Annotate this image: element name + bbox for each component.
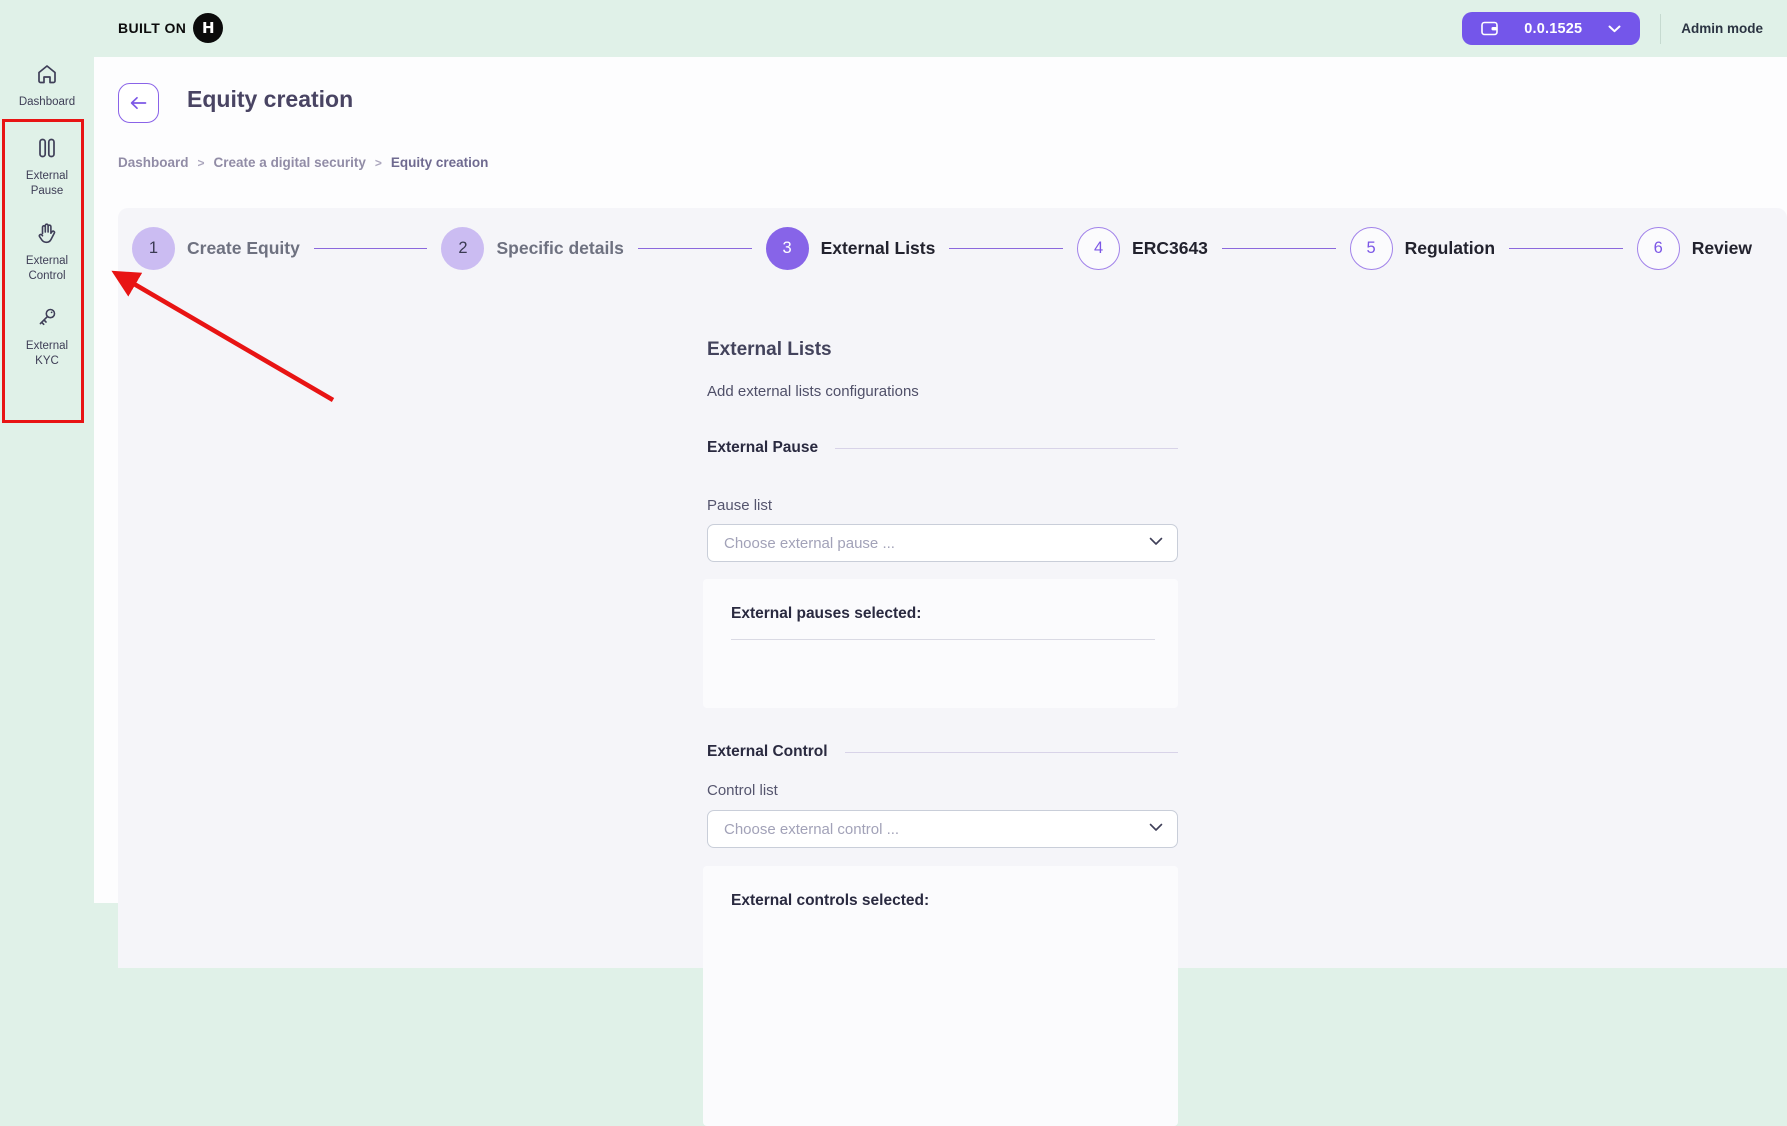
sidebar: Dashboard External Pause External Contro…: [0, 57, 94, 903]
wallet-account-button[interactable]: 0.0.1525: [1462, 12, 1640, 45]
step-number: 6: [1637, 227, 1680, 270]
key-icon: [35, 306, 59, 330]
select-placeholder: Choose external control ...: [724, 821, 899, 838]
breadcrumb-separator: >: [198, 156, 205, 170]
pause-list-select[interactable]: Choose external pause ...: [707, 524, 1178, 562]
step-regulation[interactable]: 5 Regulation: [1350, 227, 1495, 270]
step-label: External Lists: [821, 238, 936, 259]
chevron-down-icon: [1149, 823, 1163, 832]
sidebar-item-external-control[interactable]: External Control: [0, 221, 94, 283]
sidebar-item-label: External KYC: [16, 339, 78, 368]
sidebar-item-label: External Pause: [16, 169, 78, 198]
hedera-logo-icon: H: [193, 13, 223, 43]
topbar-divider: [1660, 14, 1661, 44]
step-external-lists[interactable]: 3 External Lists: [766, 227, 936, 270]
select-placeholder: Choose external pause ...: [724, 535, 895, 552]
step-label: Create Equity: [187, 238, 300, 259]
sidebar-item-dashboard[interactable]: Dashboard: [0, 62, 94, 110]
breadcrumb-separator: >: [375, 156, 382, 170]
external-controls-selected-panel: External controls selected:: [703, 866, 1178, 1126]
sidebar-item-label: Dashboard: [16, 95, 78, 110]
step-create-equity[interactable]: 1 Create Equity: [132, 227, 300, 270]
home-icon: [35, 62, 59, 86]
sidebar-item-label: External Control: [16, 254, 78, 283]
step-number: 3: [766, 227, 809, 270]
stepper-connector: [1222, 248, 1336, 249]
step-number: 5: [1350, 227, 1393, 270]
control-list-label: Control list: [707, 782, 778, 799]
panel-divider: [731, 639, 1155, 640]
stepper-connector: [1509, 248, 1623, 249]
section-external-pause: External Pause: [707, 439, 1178, 457]
breadcrumb-create-digital-security[interactable]: Create a digital security: [214, 155, 366, 170]
section-heading: External Control: [707, 743, 828, 761]
step-label: Specific details: [496, 238, 623, 259]
stepper-connector: [949, 248, 1063, 249]
form-subtitle: Add external lists configurations: [707, 383, 919, 400]
section-divider: [845, 752, 1178, 753]
breadcrumb-dashboard[interactable]: Dashboard: [118, 155, 189, 170]
external-pauses-selected-panel: External pauses selected:: [703, 579, 1178, 708]
step-number: 4: [1077, 227, 1120, 270]
chevron-down-icon: [1608, 25, 1621, 33]
step-number: 1: [132, 227, 175, 270]
back-button[interactable]: [118, 83, 159, 123]
topbar-right: 0.0.1525 Admin mode: [1462, 0, 1775, 57]
section-heading: External Pause: [707, 439, 818, 457]
wallet-icon: [1481, 21, 1498, 36]
breadcrumb-current: Equity creation: [391, 155, 489, 170]
page-title: Equity creation: [187, 86, 353, 113]
wallet-account-id: 0.0.1525: [1524, 21, 1582, 37]
step-erc3643[interactable]: 4 ERC3643: [1077, 227, 1208, 270]
step-review[interactable]: 6 Review: [1637, 227, 1752, 270]
arrow-left-icon: [130, 96, 147, 110]
stepper-connector: [638, 248, 752, 249]
admin-mode-label: Admin mode: [1681, 21, 1775, 36]
pause-list-label: Pause list: [707, 497, 772, 514]
topbar: BUILT ON H 0.0.1525 Admin mode: [0, 0, 1787, 57]
panel-heading: External pauses selected:: [731, 605, 921, 623]
chevron-down-icon: [1149, 537, 1163, 546]
hand-icon: [35, 221, 59, 245]
main-content: Equity creation Dashboard > Create a dig…: [94, 57, 1787, 903]
pause-icon: [35, 136, 59, 160]
stepper-connector: [314, 248, 428, 249]
sidebar-item-external-kyc[interactable]: External KYC: [0, 306, 94, 368]
panel-heading: External controls selected:: [731, 892, 929, 910]
section-divider: [835, 448, 1178, 449]
built-on-logo: BUILT ON H: [118, 13, 223, 43]
equity-creation-card: 1 Create Equity 2 Specific details 3 Ext…: [118, 208, 1787, 968]
step-specific-details[interactable]: 2 Specific details: [441, 227, 623, 270]
control-list-select[interactable]: Choose external control ...: [707, 810, 1178, 848]
breadcrumb: Dashboard > Create a digital security > …: [118, 155, 488, 170]
step-label: Regulation: [1405, 238, 1495, 259]
form-title: External Lists: [707, 339, 832, 361]
built-on-text: BUILT ON: [118, 20, 186, 36]
step-label: Review: [1692, 238, 1752, 259]
section-external-control: External Control: [707, 743, 1178, 761]
step-label: ERC3643: [1132, 238, 1208, 259]
step-number: 2: [441, 227, 484, 270]
sidebar-item-external-pause[interactable]: External Pause: [0, 136, 94, 198]
stepper: 1 Create Equity 2 Specific details 3 Ext…: [132, 227, 1752, 270]
